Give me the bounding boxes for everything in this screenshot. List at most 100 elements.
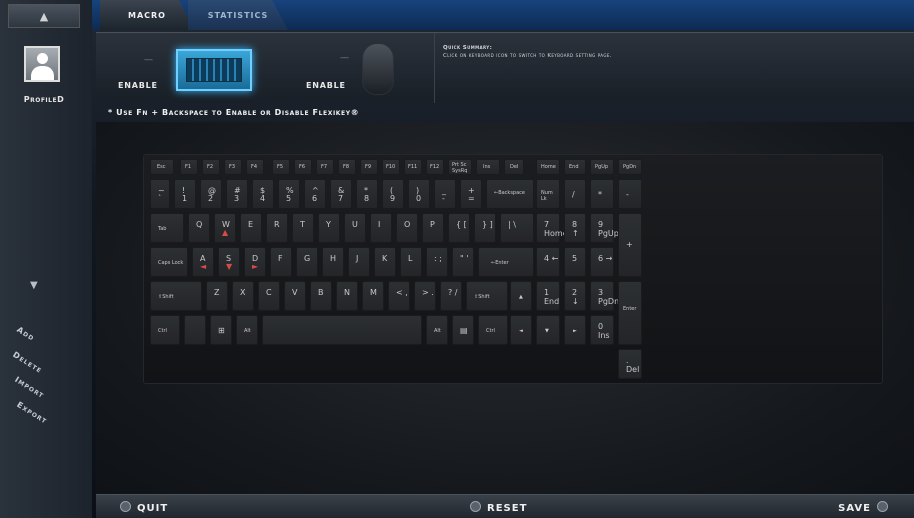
tab-macro[interactable]: MACRO: [100, 0, 194, 30]
key-num-decimal[interactable]: . Del: [618, 349, 642, 379]
key-a[interactable]: A ◄: [192, 247, 214, 277]
key-6[interactable]: ^ 6: [304, 179, 326, 209]
key-2[interactable]: @2: [200, 179, 222, 209]
key-right-ctrl[interactable]: Ctrl: [478, 315, 508, 345]
key-backspace[interactable]: ←Backspace: [486, 179, 534, 209]
key-w[interactable]: W ▲: [214, 213, 236, 243]
key-enter[interactable]: ←Enter: [478, 247, 534, 277]
menu-key-icon[interactable]: ▤: [452, 315, 474, 345]
key-left-shift[interactable]: ⇧Shift: [150, 281, 202, 311]
key-f6[interactable]: F6: [294, 159, 312, 175]
key-p[interactable]: P: [422, 213, 444, 243]
key-k[interactable]: K: [374, 247, 396, 277]
key-o[interactable]: O: [396, 213, 418, 243]
key-left-alt[interactable]: Alt: [236, 315, 258, 345]
key-numlock[interactable]: Num Lk: [536, 179, 560, 209]
key-0[interactable]: ) 0: [408, 179, 430, 209]
key-f5[interactable]: F5: [272, 159, 290, 175]
key-num0[interactable]: 0 Ins: [590, 315, 614, 345]
key-num2[interactable]: 2 ↓: [564, 281, 586, 311]
key-7[interactable]: & 7: [330, 179, 352, 209]
key-t[interactable]: T: [292, 213, 314, 243]
key-pgup[interactable]: PgUp: [590, 159, 614, 175]
key-del[interactable]: Del: [504, 159, 524, 175]
key-minus[interactable]: _ -: [434, 179, 456, 209]
key-multiply[interactable]: *: [590, 179, 614, 209]
save-button[interactable]: SAVE: [838, 501, 888, 514]
key-f10[interactable]: F10: [382, 159, 400, 175]
key-f1[interactable]: F1: [180, 159, 198, 175]
key-3[interactable]: #3: [226, 179, 248, 209]
key-y[interactable]: Y: [318, 213, 340, 243]
key-backslash[interactable]: | \: [500, 213, 534, 243]
key-5[interactable]: % 5: [278, 179, 300, 209]
key-f7[interactable]: F7: [316, 159, 334, 175]
key-num9[interactable]: 9 PgUp: [590, 213, 619, 243]
key-esc[interactable]: Esc: [150, 159, 174, 175]
key-9[interactable]: (9: [382, 179, 404, 209]
key-f12[interactable]: F12: [426, 159, 444, 175]
key-semicolon[interactable]: : ;: [426, 247, 448, 277]
mouse-icon[interactable]: [362, 43, 394, 95]
key-s[interactable]: S ▼: [218, 247, 240, 277]
key-v[interactable]: V: [284, 281, 306, 311]
key-capslock[interactable]: Caps Lock: [150, 247, 188, 277]
key-subtract[interactable]: -: [618, 179, 642, 209]
key-q[interactable]: Q: [188, 213, 210, 243]
tab-statistics[interactable]: STATISTICS: [188, 0, 288, 30]
key-f9[interactable]: F9: [360, 159, 378, 175]
key-d[interactable]: D ►: [244, 247, 266, 277]
scroll-down-icon[interactable]: ▼: [30, 280, 38, 291]
key-right-bracket[interactable]: } ]: [474, 213, 496, 243]
key-num5[interactable]: 5: [564, 247, 586, 277]
key-f11[interactable]: F11: [404, 159, 422, 175]
key-fn[interactable]: [184, 315, 206, 345]
key-pgdn[interactable]: PgDn: [618, 159, 642, 175]
key-up[interactable]: ▲: [510, 281, 532, 311]
key-right-shift[interactable]: ⇧Shift: [466, 281, 508, 311]
key-slash[interactable]: ? /: [440, 281, 462, 311]
key-g[interactable]: G: [296, 247, 318, 277]
key-l[interactable]: L: [400, 247, 422, 277]
key-tab[interactable]: Tab: [150, 213, 184, 243]
key-f2[interactable]: F2: [202, 159, 220, 175]
avatar[interactable]: [24, 46, 60, 82]
key-b[interactable]: B: [310, 281, 332, 311]
key-8[interactable]: * 8: [356, 179, 378, 209]
key-down[interactable]: ▼: [536, 315, 560, 345]
key-num1[interactable]: 1 End: [536, 281, 560, 311]
key-end[interactable]: End: [564, 159, 586, 175]
key-period[interactable]: > .: [414, 281, 436, 311]
keyboard-icon[interactable]: [176, 49, 252, 91]
key-num6[interactable]: 6 →: [590, 247, 614, 277]
key-add[interactable]: +: [618, 213, 642, 277]
key-u[interactable]: U: [344, 213, 366, 243]
key-prtsc[interactable]: Prt Sc SysRq: [448, 159, 472, 175]
key-equals[interactable]: + =: [460, 179, 482, 209]
key-num-enter[interactable]: Enter: [618, 281, 642, 345]
key-comma[interactable]: < ,: [388, 281, 410, 311]
reset-button[interactable]: RESET: [470, 501, 527, 514]
key-i[interactable]: I: [370, 213, 392, 243]
key-n[interactable]: N: [336, 281, 358, 311]
key-4[interactable]: $4: [252, 179, 274, 209]
key-right[interactable]: ►: [564, 315, 586, 345]
key-1[interactable]: ! 1: [174, 179, 196, 209]
key-home[interactable]: Home: [536, 159, 560, 175]
key-h[interactable]: H: [322, 247, 344, 277]
key-num7[interactable]: 7 Home: [536, 213, 568, 243]
key-x[interactable]: X: [232, 281, 254, 311]
windows-icon[interactable]: ⊞: [210, 315, 232, 345]
key-quote[interactable]: " ': [452, 247, 474, 277]
key-f[interactable]: F: [270, 247, 292, 277]
key-f8[interactable]: F8: [338, 159, 356, 175]
key-f4[interactable]: F4: [246, 159, 264, 175]
key-space[interactable]: [262, 315, 422, 345]
key-right-alt[interactable]: Alt: [426, 315, 448, 345]
key-j[interactable]: J: [348, 247, 370, 277]
key-left-ctrl[interactable]: Ctrl: [150, 315, 180, 345]
key-m[interactable]: M: [362, 281, 384, 311]
key-divide[interactable]: /: [564, 179, 586, 209]
quit-button[interactable]: QUIT: [120, 501, 168, 514]
key-left-bracket[interactable]: { [: [448, 213, 470, 243]
